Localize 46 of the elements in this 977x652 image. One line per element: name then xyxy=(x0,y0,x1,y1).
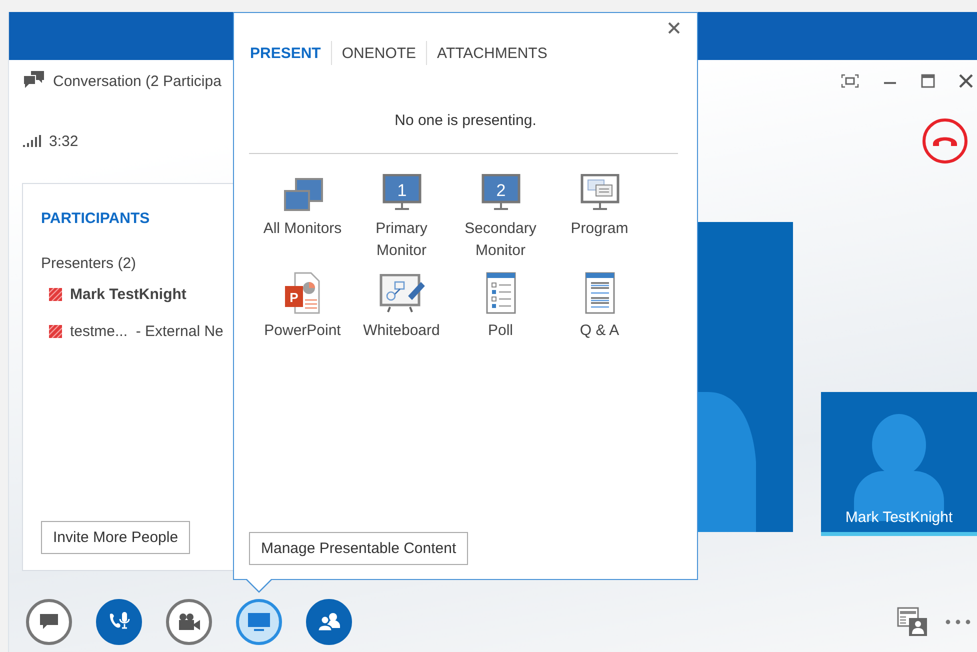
close-icon[interactable] xyxy=(959,74,973,88)
participant-name[interactable]: Mark TestKnight xyxy=(70,286,186,303)
manage-content-button[interactable]: Manage Presentable Content xyxy=(249,532,468,565)
popup-tab[interactable]: ATTACHMENTS xyxy=(427,44,558,62)
signal-icon xyxy=(23,135,41,147)
present-option[interactable]: Whiteboard xyxy=(352,270,451,342)
popup-tab[interactable]: PRESENT xyxy=(249,44,331,62)
presence-icon xyxy=(49,288,62,301)
present-option[interactable]: P PowerPoint xyxy=(253,270,352,342)
popup-tab[interactable]: ONENOTE xyxy=(332,44,426,62)
fullscreen-icon[interactable] xyxy=(841,74,859,88)
present-option[interactable]: Q & A xyxy=(550,270,649,342)
video-button[interactable] xyxy=(166,599,212,645)
present-option[interactable]: Poll xyxy=(451,270,550,342)
document-lines-icon xyxy=(584,272,616,314)
call-timer: 3:32 xyxy=(49,132,78,150)
chat-button[interactable] xyxy=(26,599,72,645)
monitor-window-icon xyxy=(580,174,620,212)
monitors-icon xyxy=(282,178,322,212)
checklist-icon xyxy=(484,272,516,314)
present-option[interactable]: 1 Primary Monitor xyxy=(352,168,451,262)
window-title: Conversation (2 Participa xyxy=(53,72,222,90)
content-view-icon[interactable] xyxy=(897,607,929,637)
video-camera-icon xyxy=(177,613,201,631)
hang-up-icon[interactable] xyxy=(921,117,969,165)
present-option[interactable]: Program xyxy=(550,168,649,262)
invite-button[interactable]: Invite More People xyxy=(41,521,190,554)
more-options-icon[interactable] xyxy=(945,619,971,625)
participants-heading: PARTICIPANTS xyxy=(41,210,151,227)
monitor-icon xyxy=(247,612,271,632)
speech-bubble-icon xyxy=(39,613,59,631)
silhouette-icon xyxy=(698,392,758,532)
maximize-icon[interactable] xyxy=(921,74,935,88)
present-option[interactable]: All Monitors xyxy=(253,168,352,262)
participant-name[interactable]: testme... - External Ne xyxy=(70,323,224,340)
presenting-status: No one is presenting. xyxy=(394,112,538,129)
people-button[interactable] xyxy=(306,599,352,645)
people-icon xyxy=(316,612,342,632)
present-button[interactable] xyxy=(236,599,282,645)
group-label: Presenters (2) xyxy=(41,255,138,272)
close-icon[interactable] xyxy=(668,22,680,34)
audio-button[interactable] xyxy=(96,599,142,645)
whiteboard-icon xyxy=(378,274,424,314)
present-option[interactable]: 2 Secondary Monitor xyxy=(451,168,550,262)
presence-icon xyxy=(49,325,62,338)
participant-video-name: Mark TestKnight xyxy=(845,509,953,528)
